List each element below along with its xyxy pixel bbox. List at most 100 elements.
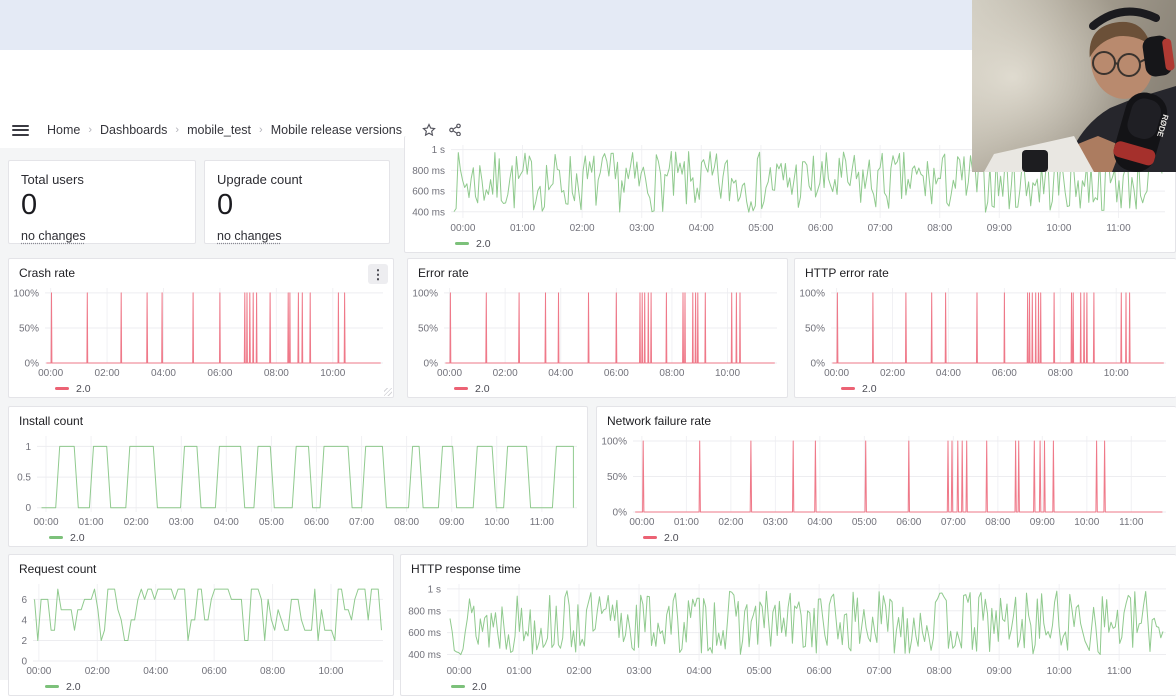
legend-swatch[interactable]	[643, 536, 657, 539]
svg-text:11:00: 11:00	[1107, 666, 1132, 677]
legend-swatch[interactable]	[49, 536, 63, 539]
svg-text:06:00: 06:00	[202, 666, 227, 677]
legend-swatch[interactable]	[841, 387, 855, 390]
svg-text:10:00: 10:00	[1047, 666, 1072, 677]
timeseries-chart[interactable]: 00:00 02:00 04:00 06:00 08:00 10:00 0% 50% 100%	[9, 282, 393, 380]
svg-text:02:00: 02:00	[124, 517, 149, 528]
legend-label[interactable]: 2.0	[66, 681, 81, 693]
timeseries-chart[interactable]: 00:00 01:00 02:00 03:00 04:00 05:00 06:00 07:00…	[401, 578, 1176, 678]
svg-text:09:00: 09:00	[1030, 517, 1055, 528]
svg-text:08:00: 08:00	[264, 368, 289, 379]
svg-text:50%: 50%	[805, 323, 825, 334]
svg-text:0%: 0%	[25, 359, 40, 370]
svg-text:07:00: 07:00	[349, 517, 374, 528]
legend-label[interactable]: 2.0	[862, 383, 877, 395]
svg-text:10:00: 10:00	[318, 666, 343, 677]
panel-request-count: Request count 00:00 02:00 04:00 06:00 08:00 1…	[8, 554, 394, 696]
svg-text:0%: 0%	[811, 359, 826, 370]
svg-text:03:00: 03:00	[627, 666, 652, 677]
panel-title[interactable]: Upgrade count	[205, 161, 389, 187]
webcam-desk-object	[1022, 150, 1048, 172]
svg-text:50%: 50%	[19, 323, 39, 334]
timeseries-chart[interactable]: 00:00 02:00 04:00 06:00 08:00 10:00 0% 50% 100%	[795, 282, 1176, 380]
svg-text:10:00: 10:00	[1074, 517, 1099, 528]
svg-text:06:00: 06:00	[807, 666, 832, 677]
svg-text:10:00: 10:00	[1046, 223, 1071, 234]
svg-text:08:00: 08:00	[394, 517, 419, 528]
svg-text:00:00: 00:00	[824, 368, 849, 379]
svg-text:06:00: 06:00	[896, 517, 921, 528]
svg-text:0.5: 0.5	[17, 473, 31, 484]
svg-text:02:00: 02:00	[95, 368, 120, 379]
svg-text:00:00: 00:00	[26, 666, 51, 677]
svg-text:05:00: 05:00	[259, 517, 284, 528]
panel-install-count: Install count 00:00 01:00 02:00 03:00 04:00 0…	[8, 406, 588, 547]
legend-swatch[interactable]	[455, 242, 469, 245]
panel-total-users: Total users 0 no changes	[8, 160, 196, 244]
panel-network-failure-rate: Network failure rate 00:00 01:00 02:00 03:0…	[596, 406, 1176, 547]
panel-title[interactable]: HTTP response time	[401, 555, 1176, 578]
panel-title[interactable]: Network failure rate	[597, 407, 1176, 430]
legend-label[interactable]: 2.0	[476, 238, 491, 250]
svg-text:11:00: 11:00	[530, 517, 555, 528]
svg-text:0%: 0%	[424, 359, 439, 370]
svg-text:05:00: 05:00	[748, 223, 773, 234]
timeseries-chart[interactable]: 00:00 02:00 04:00 06:00 08:00 10:00 0 2 4 6	[9, 578, 393, 678]
svg-text:0: 0	[25, 503, 31, 514]
stat-value: 0	[217, 189, 234, 221]
panel-menu-icon[interactable]: ⋮	[368, 264, 388, 284]
star-icon[interactable]	[422, 123, 436, 137]
svg-text:100%: 100%	[412, 288, 438, 299]
svg-text:01:00: 01:00	[510, 223, 535, 234]
svg-text:03:00: 03:00	[169, 517, 194, 528]
svg-text:1 s: 1 s	[432, 145, 445, 156]
svg-text:10:00: 10:00	[320, 368, 345, 379]
breadcrumb-separator: ›	[259, 124, 263, 136]
legend-label[interactable]: 2.0	[472, 681, 487, 693]
svg-text:400 ms: 400 ms	[412, 207, 445, 218]
legend-swatch[interactable]	[451, 685, 465, 688]
svg-text:04:00: 04:00	[687, 666, 712, 677]
timeseries-chart[interactable]: 00:00 01:00 02:00 03:00 04:00 05:00 06:00 07:00…	[9, 430, 587, 529]
legend-swatch[interactable]	[45, 685, 59, 688]
breadcrumb-home[interactable]: Home	[47, 123, 80, 137]
panel-title[interactable]: HTTP error rate	[795, 259, 1176, 282]
svg-text:10:00: 10:00	[484, 517, 509, 528]
legend-swatch[interactable]	[454, 387, 468, 390]
menu-icon[interactable]	[12, 124, 29, 136]
breadcrumb-dashboards[interactable]: Dashboards	[100, 123, 167, 137]
svg-text:2: 2	[21, 636, 27, 647]
legend-swatch[interactable]	[55, 387, 69, 390]
legend-label[interactable]: 2.0	[76, 383, 91, 395]
timeseries-chart[interactable]: 00:00 02:00 04:00 06:00 08:00 10:00 0% 50% 100%	[408, 282, 787, 380]
panel-title[interactable]: Error rate	[408, 259, 787, 282]
panel-title[interactable]: Request count	[9, 555, 393, 578]
legend-label[interactable]: 2.0	[70, 532, 85, 544]
share-icon[interactable]	[448, 123, 462, 137]
svg-text:04:00: 04:00	[548, 368, 573, 379]
svg-text:04:00: 04:00	[936, 368, 961, 379]
svg-text:1: 1	[25, 442, 31, 453]
svg-text:06:00: 06:00	[992, 368, 1017, 379]
panel-title[interactable]: Total users	[9, 161, 195, 187]
svg-text:08:00: 08:00	[927, 666, 952, 677]
legend-label[interactable]: 2.0	[664, 532, 679, 544]
svg-text:11:00: 11:00	[1106, 223, 1131, 234]
panel-title[interactable]: Crash rate	[9, 259, 393, 282]
svg-text:11:00: 11:00	[1119, 517, 1144, 528]
svg-text:04:00: 04:00	[151, 368, 176, 379]
svg-text:02:00: 02:00	[880, 368, 905, 379]
panel-http-error-rate: HTTP error rate 00:00 02:00 04:00 06:00 08:0…	[794, 258, 1176, 398]
svg-text:600 ms: 600 ms	[408, 628, 441, 639]
svg-text:08:00: 08:00	[659, 368, 684, 379]
legend-label[interactable]: 2.0	[475, 383, 490, 395]
stat-data-link[interactable]: no changes	[9, 221, 98, 243]
stat-data-link[interactable]: no changes	[205, 221, 294, 243]
timeseries-chart[interactable]: 00:00 01:00 02:00 03:00 04:00 05:00 06:00 07:00…	[597, 430, 1176, 529]
stat-value: 0	[21, 189, 38, 221]
webcam-overlay: RØDE	[972, 0, 1176, 172]
svg-text:04:00: 04:00	[214, 517, 239, 528]
panel-resize-handle[interactable]	[384, 388, 392, 396]
breadcrumb-folder[interactable]: mobile_test	[187, 123, 251, 137]
panel-title[interactable]: Install count	[9, 407, 587, 430]
